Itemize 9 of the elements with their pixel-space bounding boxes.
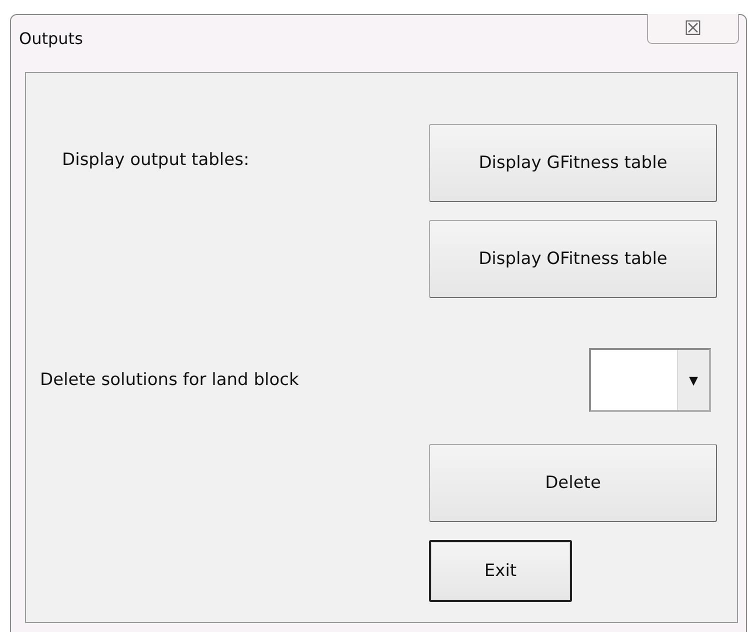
display-label: Display output tables: <box>61 149 250 170</box>
delete-label: Delete solutions for land block <box>39 370 299 390</box>
close-button[interactable]: ☒ <box>647 14 739 44</box>
delete-button[interactable]: Delete <box>429 444 717 522</box>
land-block-dropdown[interactable]: ▾ <box>589 348 711 412</box>
window-title: Outputs <box>19 29 83 48</box>
display-table-button[interactable]: Display GFitness table <box>429 124 717 202</box>
display-table-button[interactable]: Display OFitness table <box>429 220 717 298</box>
exit-button[interactable]: Exit <box>429 540 572 602</box>
